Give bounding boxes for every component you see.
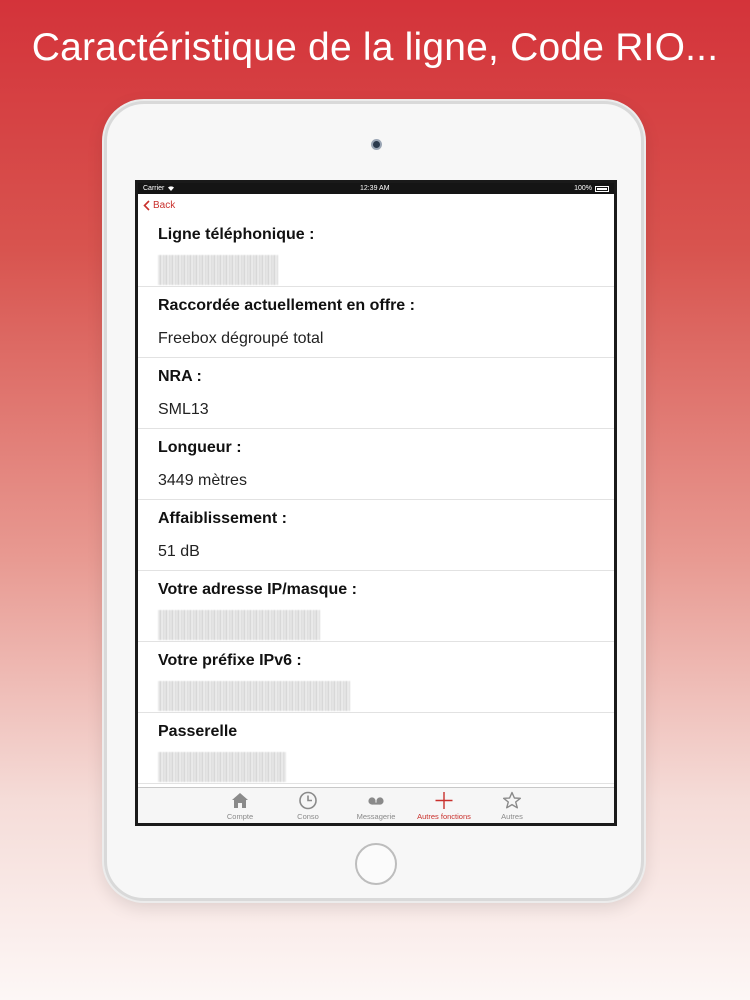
list-item-longueur: Longueur : 3449 mètres — [138, 429, 614, 500]
ipad-frame: Carrier 12:39 AM 100% Back Ligne télépho… — [104, 101, 644, 901]
tab-conso[interactable]: Conso — [274, 788, 342, 823]
back-label: Back — [153, 199, 176, 211]
list-item-offre: Raccordée actuellement en offre : Freebo… — [138, 287, 614, 358]
battery-icon — [595, 185, 609, 192]
battery-percent: 100% — [574, 185, 592, 192]
redacted-value — [158, 752, 286, 782]
row-label: NRA : — [158, 368, 202, 385]
row-label: Ligne téléphonique : — [158, 226, 315, 243]
carrier-label: Carrier — [143, 185, 165, 192]
tab-autres-fonctions[interactable]: Autres fonctions — [410, 788, 478, 823]
row-label: Longueur : — [158, 439, 242, 456]
ipad-screen: Carrier 12:39 AM 100% Back Ligne télépho… — [135, 180, 617, 826]
app-display: Carrier 12:39 AM 100% Back Ligne télépho… — [138, 183, 614, 823]
tab-label: Conso — [297, 812, 319, 821]
tab-label: Compte — [226, 812, 254, 821]
row-label: Raccordée actuellement en offre : — [158, 297, 415, 314]
row-value: Freebox dégroupé total — [158, 330, 324, 347]
list-item-adresse-ip: Votre adresse IP/masque : — [138, 571, 614, 642]
redacted-value — [158, 681, 350, 711]
wifi-icon — [167, 185, 175, 193]
row-value: 51 dB — [158, 543, 200, 560]
list-item-passerelle: Passerelle — [138, 713, 614, 784]
chevron-left-icon — [143, 199, 150, 211]
status-bar: Carrier 12:39 AM 100% — [138, 183, 614, 194]
tab-label: Autres — [501, 812, 523, 821]
headline: Caractéristique de la ligne, Code RIO... — [31, 26, 719, 69]
tab-bar: Compte Conso Messagerie Autres fonctions… — [138, 787, 614, 823]
camera-icon — [371, 139, 382, 150]
row-label: Passerelle — [158, 723, 238, 740]
redacted-value — [158, 610, 320, 640]
star-icon — [503, 791, 521, 809]
navigation-bar: Back — [138, 194, 614, 216]
row-value: 3449 mètres — [158, 472, 247, 489]
tab-label: Messagerie — [356, 812, 396, 821]
clock-icon — [299, 791, 317, 810]
row-value: SML13 — [158, 401, 209, 418]
line-info-list[interactable]: Ligne téléphonique : Raccordée actuellem… — [138, 216, 614, 787]
row-label: Votre adresse IP/masque : — [158, 581, 357, 598]
home-button[interactable] — [355, 843, 397, 885]
tab-messagerie[interactable]: Messagerie — [342, 788, 410, 823]
list-item-prefixe-ipv6: Votre préfixe IPv6 : — [138, 642, 614, 713]
row-label: Votre préfixe IPv6 : — [158, 652, 302, 669]
list-item-nra: NRA : SML13 — [138, 358, 614, 429]
list-item-ligne: Ligne téléphonique : — [138, 216, 614, 287]
back-button[interactable]: Back — [143, 200, 175, 211]
plus-icon — [435, 792, 453, 809]
tab-label: Autres fonctions — [417, 812, 471, 821]
home-icon — [232, 793, 248, 808]
list-item-affaiblissement: Affaiblissement : 51 dB — [138, 500, 614, 571]
row-label: Affaiblissement : — [158, 510, 287, 527]
voicemail-icon — [368, 797, 384, 805]
tab-autres[interactable]: Autres — [478, 788, 546, 823]
redacted-value — [158, 255, 278, 285]
tab-compte[interactable]: Compte — [206, 788, 274, 823]
status-time: 12:39 AM — [359, 185, 390, 192]
